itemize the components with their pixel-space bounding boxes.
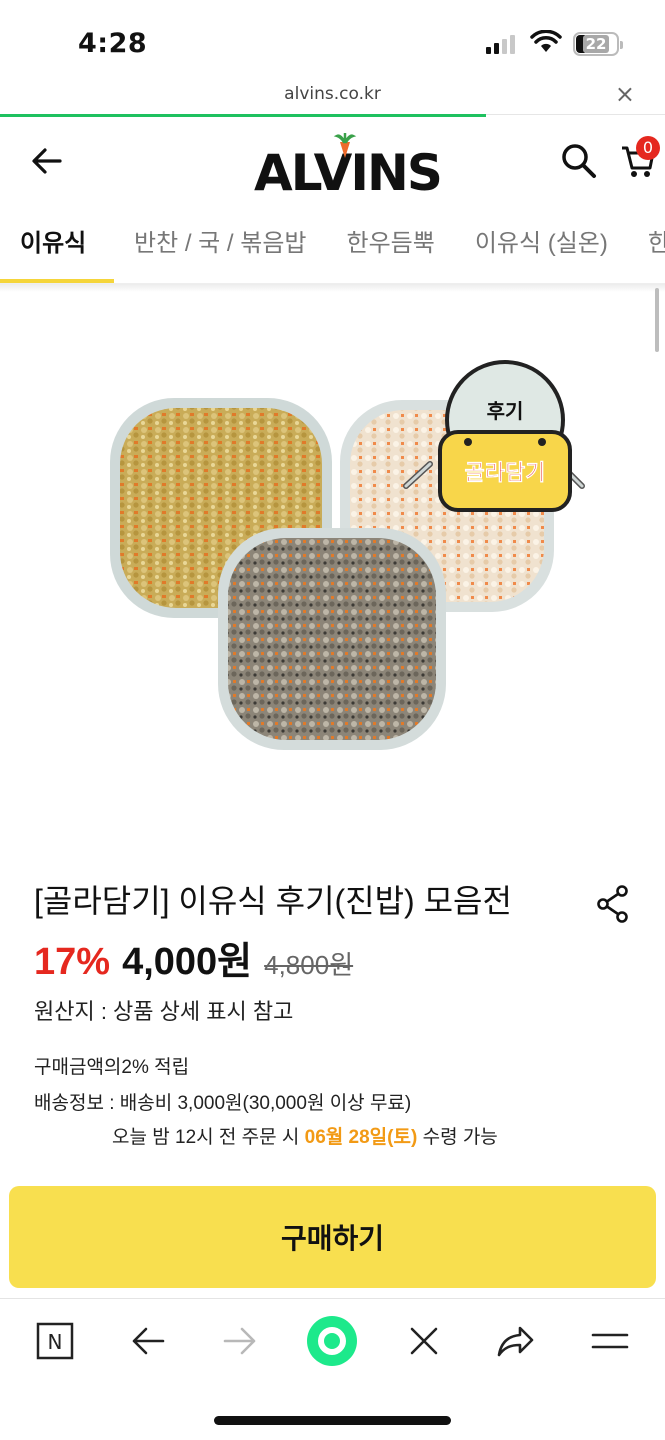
back-arrow-icon[interactable] [126, 1319, 170, 1363]
tab-more[interactable]: 한 [628, 212, 665, 283]
tabs-shadow [0, 284, 665, 292]
carrot-icon [333, 133, 357, 158]
buy-button[interactable]: 구매하기 [9, 1186, 656, 1288]
progress-track [486, 114, 665, 115]
naver-letter: N [48, 1330, 63, 1354]
browser-url-bar: alvins.co.kr × [0, 80, 665, 117]
tab-side-dishes[interactable]: 반찬 / 국 / 볶음밥 [114, 212, 327, 283]
product-image: 후기 골라담기 [110, 360, 585, 750]
tab-korean-beef[interactable]: 한우듬뿍 [327, 212, 455, 283]
tab-baby-food[interactable]: 이유식 [0, 212, 114, 283]
cart-count-badge: 0 [636, 136, 660, 160]
discount-rate: 17% [34, 941, 111, 983]
status-time: 4:28 [78, 28, 148, 59]
original-price: 4,800원 [264, 950, 354, 980]
shipping-info: 배송정보 : 배송비 3,000원(30,000원 이상 무료) [34, 1093, 412, 1114]
origin-info: 원산지 : 상품 상세 표시 참고 [34, 999, 294, 1024]
badge-bottom-text: 골라담기 [465, 461, 546, 486]
price-row: 17% 4,000원 4,800원 [34, 930, 353, 985]
close-icon[interactable] [402, 1319, 446, 1363]
category-tabs: 이유식 반찬 / 국 / 볶음밥 한우듬뿍 이유식 (실온) 한 [0, 212, 665, 284]
back-arrow-icon[interactable] [30, 144, 64, 178]
product-title: [골라담기] 이유식 후기(진밥) 모음전 [34, 883, 512, 919]
wifi-icon [530, 30, 562, 52]
home-indicator[interactable] [214, 1416, 451, 1425]
tab-baby-food-room-temp[interactable]: 이유식 (실온) [455, 212, 628, 283]
badge-top-text: 후기 [487, 399, 524, 423]
status-bar: 4:28 22 [0, 0, 665, 80]
site-logo[interactable]: ALVINS [254, 132, 443, 198]
delivery-suffix: 수령 가능 [417, 1127, 498, 1148]
share-icon[interactable] [596, 884, 630, 924]
battery-icon: 22 [573, 32, 623, 56]
home-circle-icon[interactable] [306, 1315, 358, 1367]
naver-n-icon[interactable]: N [33, 1319, 77, 1363]
page-load-progress [0, 114, 486, 117]
delivery-info: 오늘 밤 12시 전 주문 시 06월 28일(토) 수령 가능 [112, 1122, 498, 1149]
points-info: 구매금액의2% 적립 [34, 1057, 190, 1078]
delivery-date: 06월 28일(토) [304, 1127, 418, 1148]
share-icon[interactable] [494, 1319, 538, 1363]
battery-level: 22 [582, 35, 610, 53]
site-header: ALVINS [0, 118, 665, 210]
delivery-prefix: 오늘 밤 12시 전 주문 시 [112, 1127, 305, 1148]
close-icon[interactable]: × [615, 80, 635, 108]
forward-arrow-icon[interactable] [218, 1319, 262, 1363]
search-icon[interactable] [560, 142, 598, 180]
menu-icon[interactable] [588, 1319, 632, 1363]
browser-toolbar: N [0, 1298, 665, 1382]
url-text[interactable]: alvins.co.kr [0, 84, 665, 104]
sale-price: 4,000원 [122, 941, 253, 983]
cell-signal-icon [486, 34, 515, 54]
